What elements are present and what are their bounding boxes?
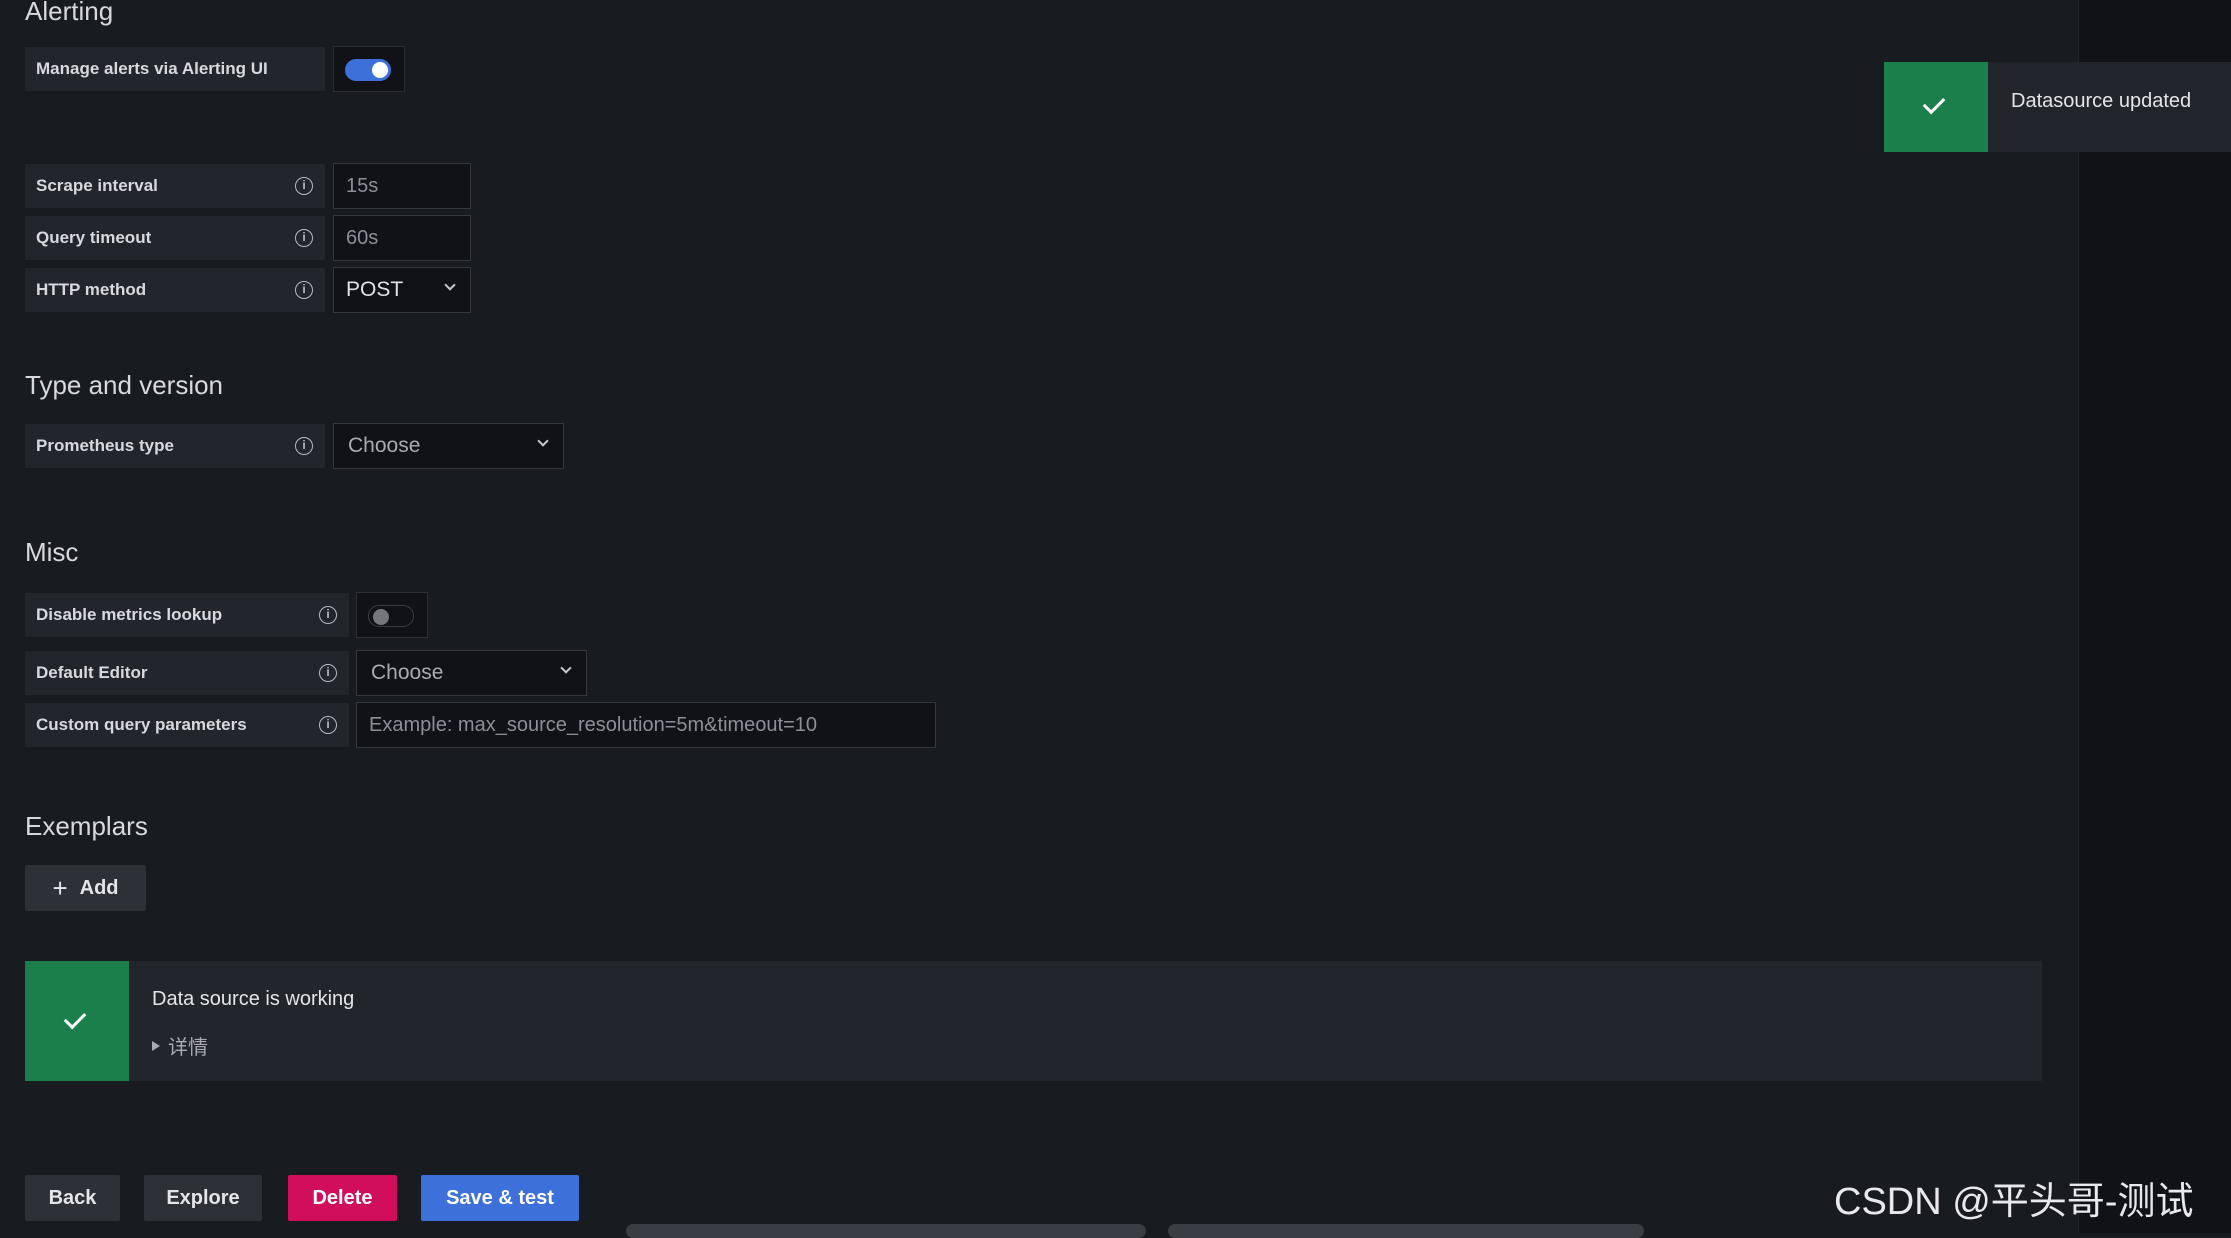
info-icon[interactable]: i [295,177,313,195]
explore-button[interactable]: Explore [144,1175,262,1221]
save-test-button[interactable]: Save & test [421,1175,579,1221]
query-timeout-label-text: Query timeout [36,228,152,247]
data-source-status-alert: Data source is working 详情 [25,961,2042,1081]
info-icon[interactable]: i [295,229,313,247]
info-icon[interactable]: i [319,606,337,624]
check-icon [1922,91,1946,115]
disable-metrics-lookup-toggle-wrap [356,592,428,638]
query-timeout-label: Query timeout i [25,216,325,260]
delete-button[interactable]: Delete [288,1175,397,1221]
info-icon[interactable]: i [319,664,337,682]
toggle-knob [372,62,388,78]
bottom-scroll-pill[interactable] [1168,1224,1644,1238]
chevron-down-icon [444,279,456,291]
add-exemplar-button[interactable]: + Add [25,865,146,911]
watermark: CSDN @平头哥-测试 [1834,1181,2194,1223]
disable-metrics-lookup-label: Disable metrics lookup i [25,593,349,637]
http-method-value: POST [346,278,404,301]
success-icon-box [1884,62,1988,152]
manage-alerts-label: Manage alerts via Alerting UI [25,47,325,91]
scrape-interval-label: Scrape interval i [25,164,325,208]
caret-right-icon [152,1040,160,1051]
disable-metrics-lookup-label-text: Disable metrics lookup [36,605,223,624]
datasource-settings-page: Alerting Manage alerts via Alerting UI S… [0,0,2078,1238]
chevron-down-icon [537,435,549,447]
toast-message: Datasource updated [2011,90,2192,112]
http-method-select[interactable]: POST [333,267,471,313]
info-icon[interactable]: i [295,437,313,455]
info-icon[interactable]: i [295,281,313,299]
alert-details-label: 详情 [168,1037,208,1059]
http-method-label: HTTP method i [25,268,325,312]
section-title-alerting: Alerting [25,0,114,26]
default-editor-select[interactable]: Choose [356,650,587,696]
datasource-updated-toast: Datasource updated [1884,62,2231,152]
manage-alerts-toggle-wrap [333,46,405,92]
plus-icon: + [52,872,68,903]
scrape-interval-label-text: Scrape interval [36,176,158,195]
query-timeout-input[interactable]: 60s [333,215,471,261]
prometheus-type-label-text: Prometheus type [36,436,174,455]
chevron-down-icon [560,662,572,674]
custom-query-params-label-text: Custom query parameters [36,715,247,734]
section-title-misc: Misc [25,537,79,567]
scrape-interval-input[interactable]: 15s [333,163,471,209]
back-button[interactable]: Back [25,1175,120,1221]
info-icon[interactable]: i [319,716,337,734]
manage-alerts-toggle[interactable] [345,59,391,81]
default-editor-label: Default Editor i [25,651,349,695]
default-editor-value: Choose [371,661,444,684]
bottom-scroll-pill[interactable] [626,1224,1146,1238]
add-exemplar-label: Add [79,876,119,899]
custom-query-params-input[interactable]: Example: max_source_resolution=5m&timeou… [356,702,936,748]
prometheus-type-value: Choose [348,434,421,457]
http-method-label-text: HTTP method [36,280,147,299]
manage-alerts-label-text: Manage alerts via Alerting UI [36,59,268,78]
prometheus-type-select[interactable]: Choose [333,423,564,469]
check-icon [63,1006,87,1030]
default-editor-label-text: Default Editor [36,663,148,682]
right-side-panel [2078,0,2231,1233]
section-title-type-version: Type and version [25,370,224,400]
alert-details-toggle[interactable]: 详情 [152,1031,208,1060]
toggle-knob [373,608,389,625]
alert-title: Data source is working [152,988,355,1010]
section-title-exemplars: Exemplars [25,811,148,841]
disable-metrics-lookup-toggle[interactable] [368,605,414,627]
success-icon-box [25,961,129,1081]
prometheus-type-label: Prometheus type i [25,424,325,468]
custom-query-params-label: Custom query parameters i [25,703,349,747]
